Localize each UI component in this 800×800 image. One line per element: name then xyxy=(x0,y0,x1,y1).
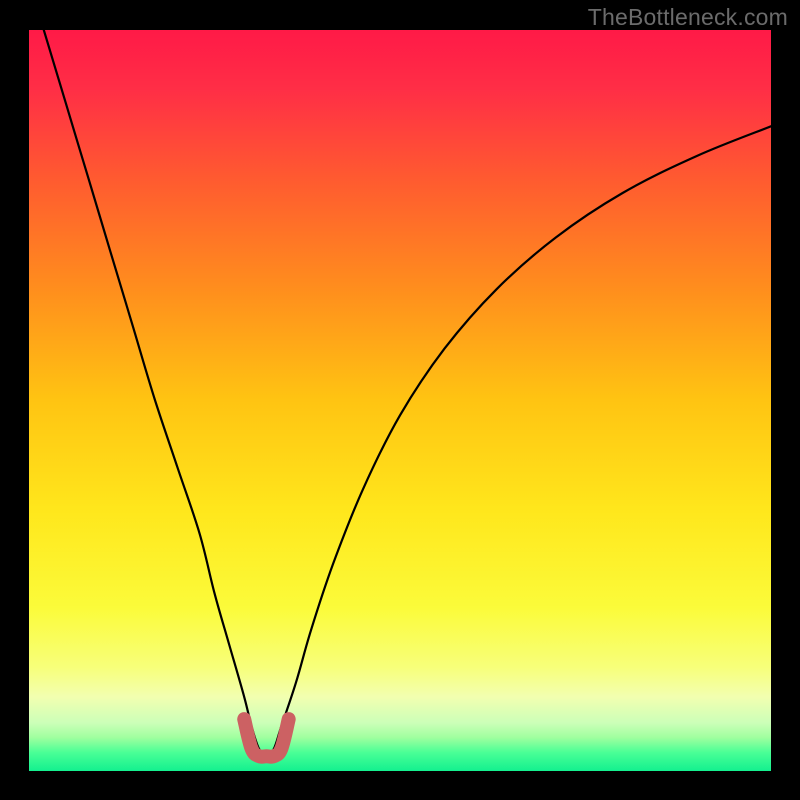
highlight-zone xyxy=(244,719,289,757)
curve-layer xyxy=(29,30,771,771)
outer-black-frame: TheBottleneck.com xyxy=(0,0,800,800)
plot-area xyxy=(29,30,771,771)
bottleneck-curve xyxy=(44,30,771,756)
watermark-text: TheBottleneck.com xyxy=(588,4,788,31)
